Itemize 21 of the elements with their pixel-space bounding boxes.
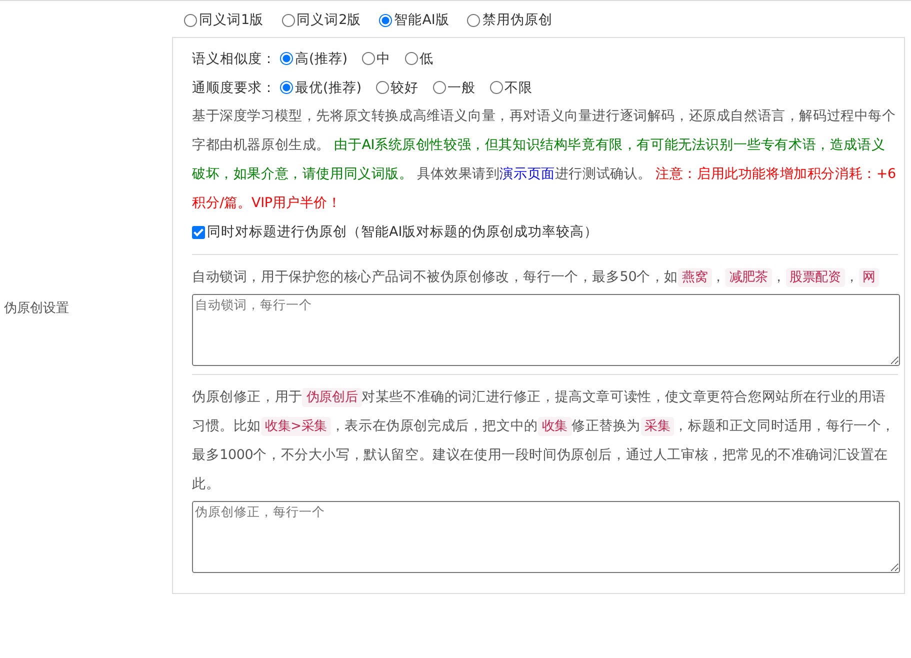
radio-option[interactable]: 高(推荐) [280, 50, 348, 68]
radio-option[interactable]: 禁用伪原创 [467, 11, 552, 29]
setting-label: 通顺度要求： [192, 78, 276, 96]
section-label: 伪原创设置 [4, 300, 69, 316]
title-checkbox[interactable]: 同时对标题进行伪原创（智能AI版对标题的伪原创成功率较高） [192, 218, 598, 246]
radio-option[interactable]: 同义词1版 [184, 11, 264, 29]
radio-option[interactable]: 较好 [376, 78, 419, 96]
radio-option[interactable]: 同义词2版 [282, 11, 362, 29]
radio-option[interactable]: 中 [362, 50, 391, 68]
description-text: 基于深度学习模型，先将原文转换成高维语义向量，再对语义向量进行逐词解码，还原成自然语言，解码过程中每个字都由机器原创生成。 由于AI系统原创性较强，但其知识结构毕竟有限，有可能无法识别一些专有术语，造成语义破坏，如果介意，请使用同义词版。 具体效果请到演示页面进行测试确认。 注意：启用此功能将增加积分消耗：+6积分/篇。VIP用户半价！ [192, 107, 897, 213]
correction-text: 伪原创修正，用于 伪原创后 对某些不准确的词汇进行修正，提高文章可读性，使文章更符合您网站所在行业的用语习惯。比如 收集>采集 ，表示在伪原创完成后，把文中的 收集 修正替换为 采集 ，标题和正文同时适用，每行一个，最多1000个，不分大小写，默认留空。建议在使用一段时间伪原创后，通过人工审核，把常见的不准确词汇设置在此。 [192, 387, 896, 494]
radio-option[interactable]: 低 [404, 50, 434, 68]
radio-option[interactable]: 不限 [490, 78, 533, 96]
radio-option[interactable]: 最优(推荐) [280, 78, 362, 96]
radio-option[interactable]: 智能AI版 [379, 11, 450, 29]
radio-option[interactable]: 一般 [432, 78, 476, 96]
setting-label: 语义相似度： [192, 50, 276, 68]
lock-words-field[interactable]: 自动锁词，每行一个 [192, 294, 900, 366]
correction-field[interactable]: 伪原创修正，每行一个 [192, 501, 900, 573]
demo-link[interactable]: 演示页面 [500, 166, 555, 182]
lock-words-text: 自动锁词，用于保护您的核心产品词不被伪原创修改，每行一个，最多50个，如 燕窝 ， 减肥茶 ， 股票配资 ， 网 [192, 263, 898, 292]
